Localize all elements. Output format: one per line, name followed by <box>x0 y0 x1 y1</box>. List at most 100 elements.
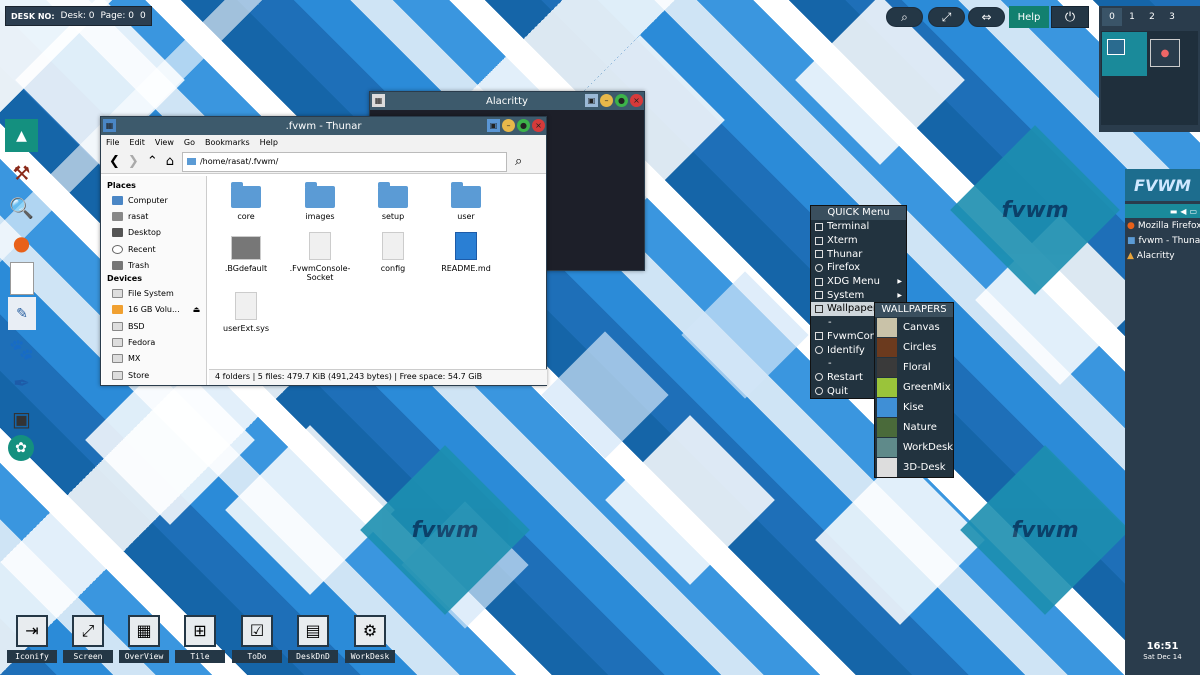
pager-tab-0[interactable]: 0 <box>1102 8 1122 26</box>
file-item[interactable]: .BGdefault <box>209 236 283 273</box>
close-icon[interactable]: × <box>532 119 545 132</box>
menu-file[interactable]: File <box>106 138 119 147</box>
wallpaper-item-3d-desk[interactable]: 3D-Desk <box>875 457 953 477</box>
wallpaper-item-canvas[interactable]: Canvas <box>875 317 953 337</box>
system-tools-icon[interactable]: ⚒ <box>5 156 38 189</box>
task-firefox[interactable]: ● Mozilla Firefox <box>1125 218 1200 233</box>
sidebar-item-rasat[interactable]: rasat <box>102 208 206 224</box>
task-alacritty[interactable]: ▲ Alacritty <box>1125 248 1200 263</box>
wallpaper-item-kise[interactable]: Kise <box>875 397 953 417</box>
help-button[interactable]: Help <box>1009 6 1049 28</box>
wallpaper-item-floral[interactable]: Floral <box>875 357 953 377</box>
move-button[interactable]: ⇔ <box>968 7 1005 27</box>
wallpaper-item-nature[interactable]: Nature <box>875 417 953 437</box>
menu-item-system[interactable]: System ▶ <box>811 288 906 302</box>
gimp-icon[interactable]: 🐾 <box>5 332 38 365</box>
menu-item-firefox[interactable]: Firefox <box>811 261 906 275</box>
file-item[interactable]: images <box>283 182 357 221</box>
pen-icon[interactable]: ✒ <box>5 366 38 399</box>
pin-icon[interactable]: ▣ <box>585 94 598 107</box>
back-icon[interactable]: ❮ <box>109 154 120 169</box>
menu-help[interactable]: Help <box>260 138 278 147</box>
settings-icon[interactable]: ✿ <box>8 435 34 461</box>
pager-tab-1[interactable]: 1 <box>1122 12 1142 22</box>
window-menu-icon[interactable]: ▦ <box>372 94 385 107</box>
magnifier-icon[interactable]: 🔍 <box>5 191 38 224</box>
up-arrow-icon[interactable]: ▲ <box>5 119 38 152</box>
forward-icon[interactable]: ❯ <box>128 154 139 169</box>
menu-view[interactable]: View <box>155 138 174 147</box>
resize-button[interactable]: ⤢ <box>928 7 965 27</box>
file-item[interactable]: user <box>429 182 503 221</box>
pin-icon[interactable]: ▣ <box>487 119 500 132</box>
menu-item-terminal[interactable]: Terminal <box>811 220 906 234</box>
wallpaper-item-greenmix[interactable]: GreenMix <box>875 377 953 397</box>
sidebar-item-computer[interactable]: Computer <box>102 192 206 208</box>
pager-tab-2[interactable]: 2 <box>1142 12 1162 22</box>
sidebar-item-recent[interactable]: Recent <box>102 241 206 257</box>
drive-icon[interactable]: ▣ <box>5 402 38 435</box>
window-menu-icon[interactable]: ▦ <box>103 119 116 132</box>
todo-button[interactable]: ☑ ToDo <box>232 615 282 663</box>
file-item[interactable]: README.md <box>429 232 503 273</box>
menu-item-xdg[interactable]: XDG Menu ▶ <box>811 275 906 289</box>
menu-item-thunar[interactable]: Thunar <box>811 247 906 261</box>
document-icon[interactable] <box>10 262 34 295</box>
maximize-icon[interactable]: ● <box>615 94 628 107</box>
file-label: setup <box>381 212 405 221</box>
menu-item-label: GreenMix <box>903 381 951 393</box>
file-item[interactable]: .FvwmConsole-Socket <box>283 232 357 282</box>
sidebar-item-volume[interactable]: 16 GB Volu... ⏏ <box>102 302 206 318</box>
deskdnd-button[interactable]: ▤ DeskDnD <box>288 615 338 663</box>
eject-icon[interactable]: ⏏ <box>193 305 201 314</box>
search-window-button[interactable]: ⌕ <box>886 7 923 27</box>
clock[interactable]: 16:51 Sat Dec 14 <box>1125 641 1200 662</box>
file-item[interactable]: setup <box>356 182 430 221</box>
search-icon[interactable]: ⌕ <box>515 154 522 169</box>
screen-button[interactable]: ⤢ Screen <box>63 615 113 663</box>
menu-item-xterm[interactable]: Xterm <box>811 234 906 248</box>
thunar-window[interactable]: ▦ .fvwm - Thunar ▣ – ● × File Edit View … <box>100 116 547 386</box>
sidebar-item-trash[interactable]: Trash <box>102 257 206 273</box>
maximize-icon[interactable]: ● <box>517 119 530 132</box>
iconify-button[interactable]: ⇥ Iconify <box>7 615 57 663</box>
location-bar[interactable]: /home/rasat/.fvwm/ <box>181 151 507 172</box>
overview-button[interactable]: ▦ OverView <box>119 615 169 663</box>
power-icon: ⏻ <box>1064 9 1076 25</box>
wallpaper-item-circles[interactable]: Circles <box>875 337 953 357</box>
parent-folder-icon[interactable]: ⌃ <box>147 154 158 169</box>
tile-button[interactable]: ⊞ Tile <box>175 615 225 663</box>
thunar-titlebar[interactable]: ▦ .fvwm - Thunar ▣ – ● × <box>101 117 546 135</box>
pager-firefox-thumb[interactable]: ● <box>1150 39 1180 67</box>
task-thunar[interactable]: ■ fvwm - Thunar <box>1125 233 1200 248</box>
sidebar-item-bsd[interactable]: BSD <box>102 318 206 334</box>
minimize-icon[interactable]: – <box>502 119 515 132</box>
wallpapers-submenu[interactable]: WALLPAPERS Canvas Circles Floral GreenMi… <box>874 302 954 478</box>
sidebar-item-desktop[interactable]: Desktop <box>102 225 206 241</box>
menu-go[interactable]: Go <box>184 138 195 147</box>
file-item[interactable]: core <box>209 182 283 221</box>
alacritty-titlebar[interactable]: ▦ Alacritty ▣ – ● × <box>370 92 644 110</box>
home-icon[interactable]: ⌂ <box>166 154 174 169</box>
flag-icon[interactable]: ▬ <box>1170 207 1178 216</box>
firefox-icon[interactable]: ● <box>5 226 38 259</box>
sidebar-item-store[interactable]: Store <box>102 367 206 383</box>
desktop-pager[interactable]: 0 1 2 3 ● <box>1099 6 1200 132</box>
menu-bookmarks[interactable]: Bookmarks <box>205 138 250 147</box>
minimize-icon[interactable]: – <box>600 94 613 107</box>
wallpaper-item-workdesk[interactable]: WorkDesk <box>875 437 953 457</box>
workdesk-button[interactable]: ⚙ WorkDesk <box>345 615 395 663</box>
file-item[interactable]: config <box>356 232 430 273</box>
sidebar-item-filesystem[interactable]: File System <box>102 285 206 301</box>
power-button[interactable]: ⏻ <box>1051 6 1089 28</box>
sidebar-item-mx[interactable]: MX <box>102 351 206 367</box>
display-icon[interactable]: ▭ <box>1189 207 1197 216</box>
pager-tab-3[interactable]: 3 <box>1162 12 1182 22</box>
text-editor-icon[interactable]: ✎ <box>8 297 36 330</box>
file-item[interactable]: userExt.sys <box>209 292 283 333</box>
menu-edit[interactable]: Edit <box>129 138 145 147</box>
pager-window-thumb[interactable] <box>1107 39 1125 55</box>
volume-icon[interactable]: ◀ <box>1180 207 1186 216</box>
close-icon[interactable]: × <box>630 94 643 107</box>
sidebar-item-fedora[interactable]: Fedora <box>102 334 206 350</box>
